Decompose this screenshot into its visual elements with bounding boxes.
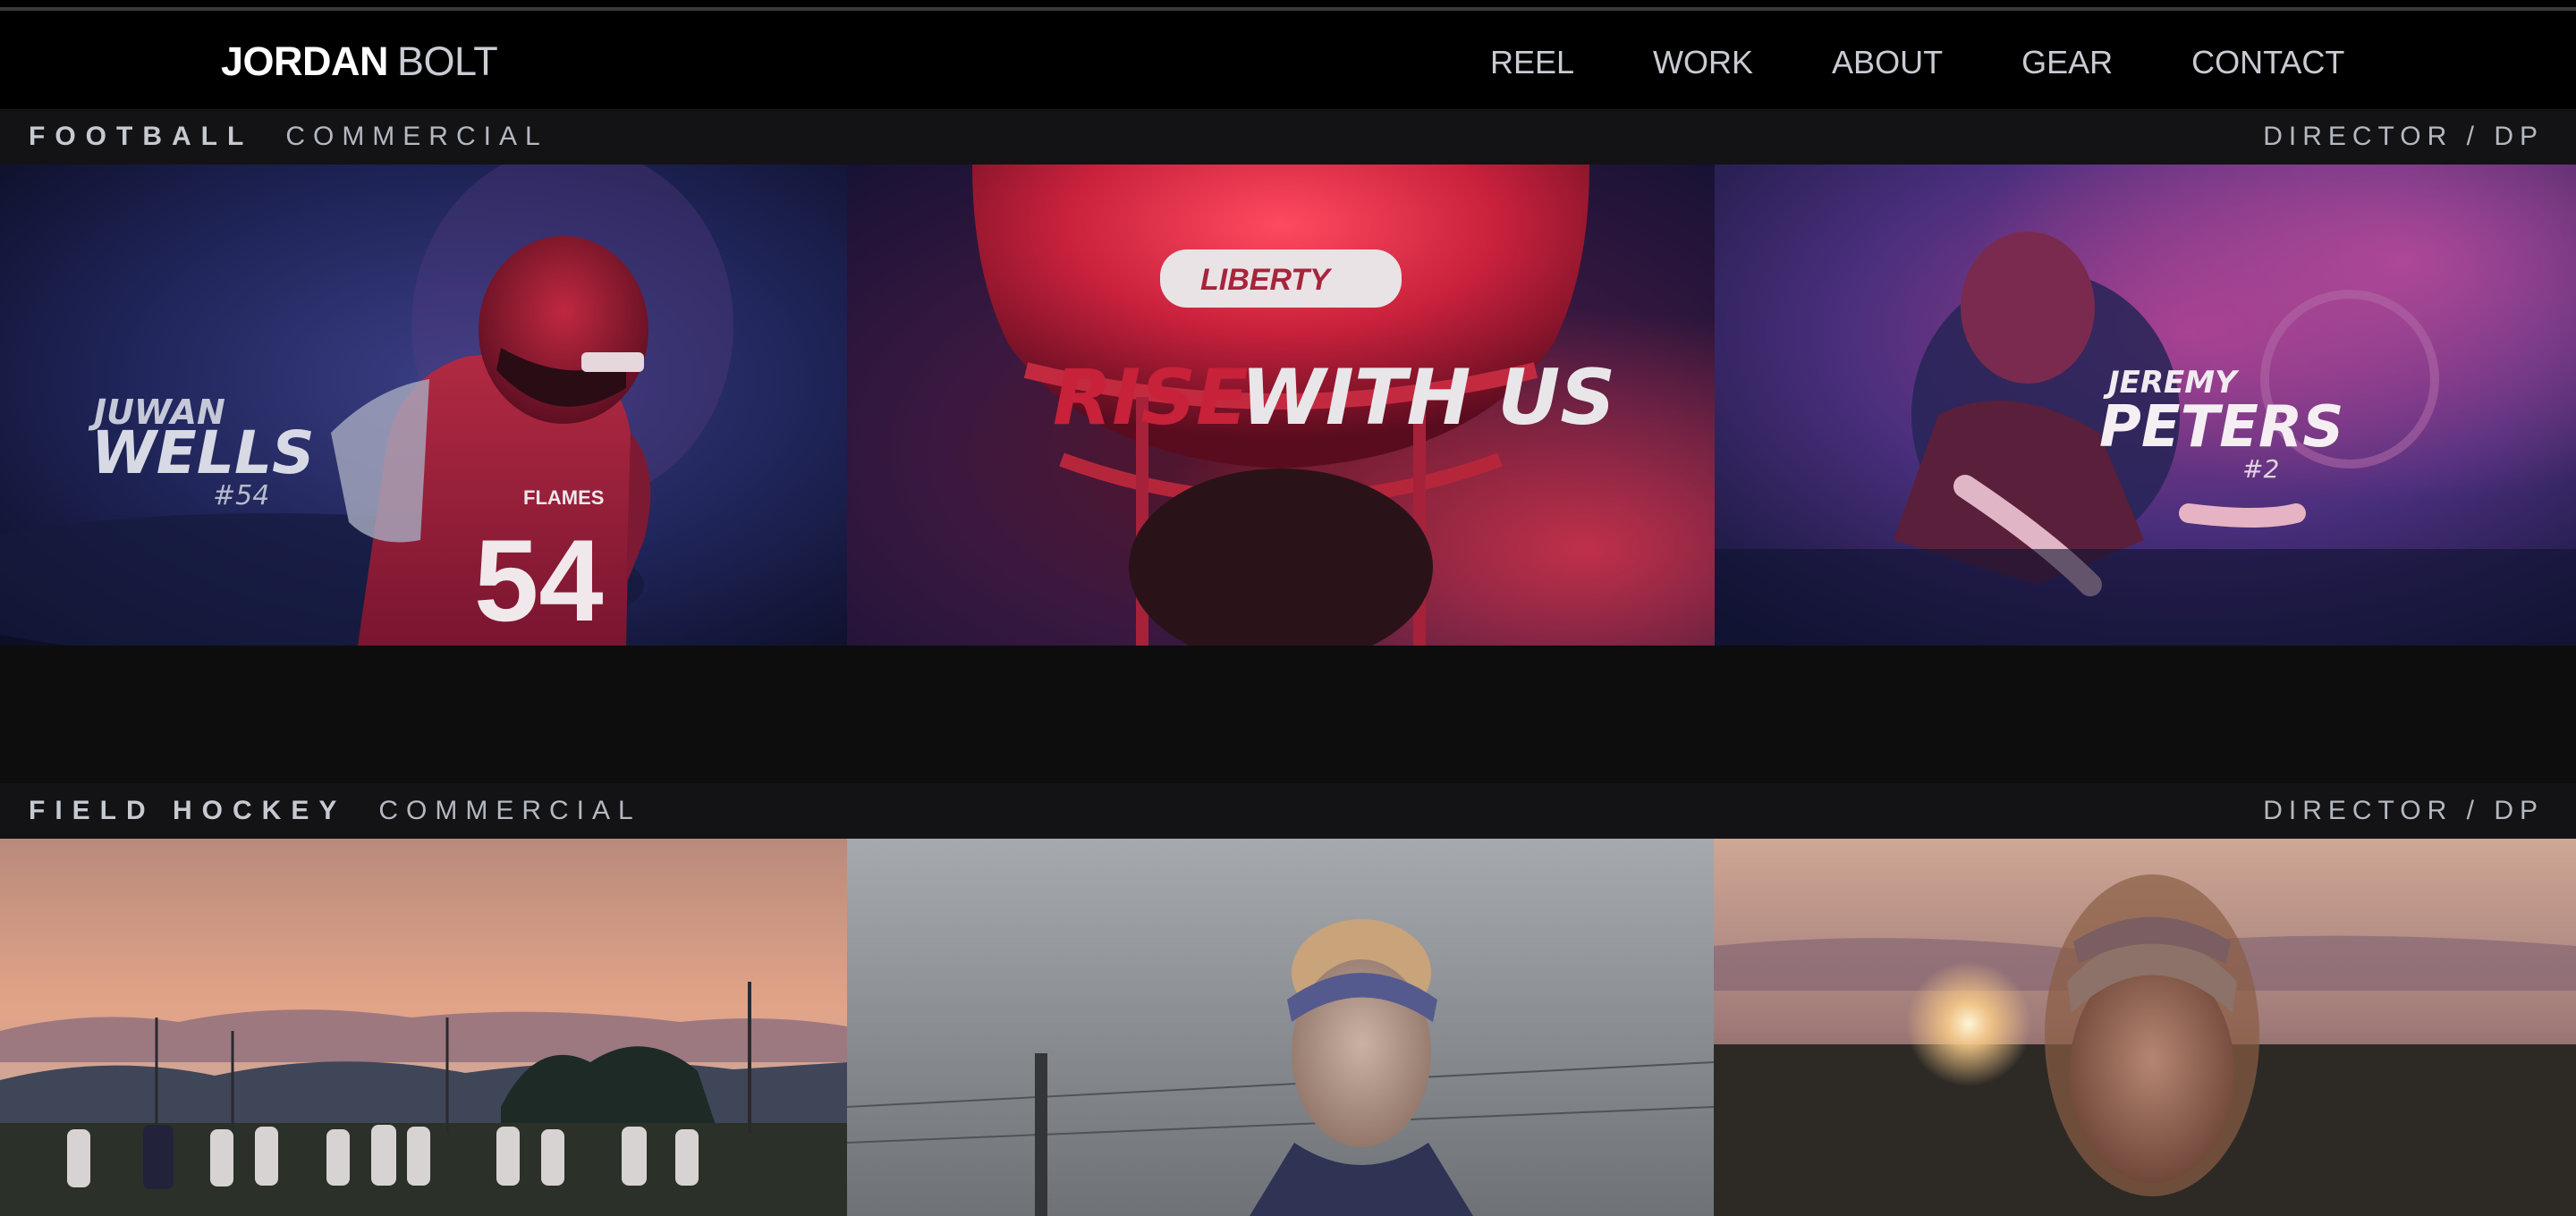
still-football-1[interactable]: FLAMES 54 JUWAN WELLS #54: [0, 165, 847, 646]
jersey-team-text: FLAMES: [523, 486, 604, 509]
player-last-name: WELLS: [91, 418, 315, 487]
still-field-hockey-1[interactable]: [0, 839, 847, 1216]
still-football-3[interactable]: JEREMY PETERS #2: [1715, 165, 2576, 646]
nav-contact[interactable]: CONTACT: [2191, 46, 2344, 79]
project-kind: COMMERCIAL: [285, 122, 548, 151]
project-kind: COMMERCIAL: [378, 796, 641, 825]
nav-about[interactable]: ABOUT: [1832, 46, 1943, 79]
brand-logo[interactable]: JORDAN BOLT: [221, 38, 498, 84]
site-header: JORDAN BOLT REEL WORK ABOUT GEAR CONTACT: [0, 11, 2576, 109]
project-header: FOOTBALL COMMERCIAL DIRECTOR / DP: [0, 109, 2576, 165]
project-header: FIELD HOCKEY COMMERCIAL DIRECTOR / DP: [0, 783, 2576, 839]
nav-gear[interactable]: GEAR: [2021, 46, 2113, 79]
project-role: DIRECTOR / DP: [2263, 796, 2544, 825]
helmet-brand-text: LIBERTY: [1200, 263, 1333, 297]
project-name: FOOTBALL: [29, 122, 254, 151]
main-nav: REEL WORK ABOUT GEAR CONTACT: [1490, 46, 2344, 79]
headline-word-1: RISE: [1053, 353, 1249, 443]
project-title: FOOTBALL COMMERCIAL: [29, 123, 548, 150]
still-image: JEREMY PETERS #2: [1715, 165, 2576, 646]
still-field-hockey-3[interactable]: [1714, 839, 2576, 1216]
nav-work[interactable]: WORK: [1653, 46, 1753, 79]
player-number: #54: [213, 480, 269, 511]
player-last-name: PETERS: [2099, 394, 2343, 460]
still-image: [0, 839, 847, 1216]
brand-last-name: BOLT: [397, 38, 498, 84]
project-role: DIRECTOR / DP: [2263, 122, 2544, 151]
brand-first-name: JORDAN: [221, 38, 389, 84]
still-football-2[interactable]: LIBERTY RISE WITH US: [847, 165, 1715, 646]
still-image: FLAMES 54 JUWAN WELLS #54: [0, 165, 847, 646]
still-image: LIBERTY RISE WITH US: [847, 165, 1715, 646]
player-number: #2: [2242, 454, 2279, 484]
still-field-hockey-2[interactable]: [847, 839, 1714, 1216]
project-title: FIELD HOCKEY COMMERCIAL: [29, 798, 641, 824]
still-gallery: [0, 839, 2576, 1216]
nav-reel[interactable]: REEL: [1490, 46, 1574, 79]
top-rule: [0, 0, 2576, 11]
still-image: [847, 839, 1714, 1216]
jersey-number-text: 54: [474, 515, 604, 646]
still-image: [1714, 839, 2576, 1216]
still-gallery: FLAMES 54 JUWAN WELLS #54 LIBERTY RISE W…: [0, 165, 2576, 646]
headline-word-2: WITH US: [1241, 353, 1615, 443]
project-name: FIELD HOCKEY: [29, 796, 347, 825]
